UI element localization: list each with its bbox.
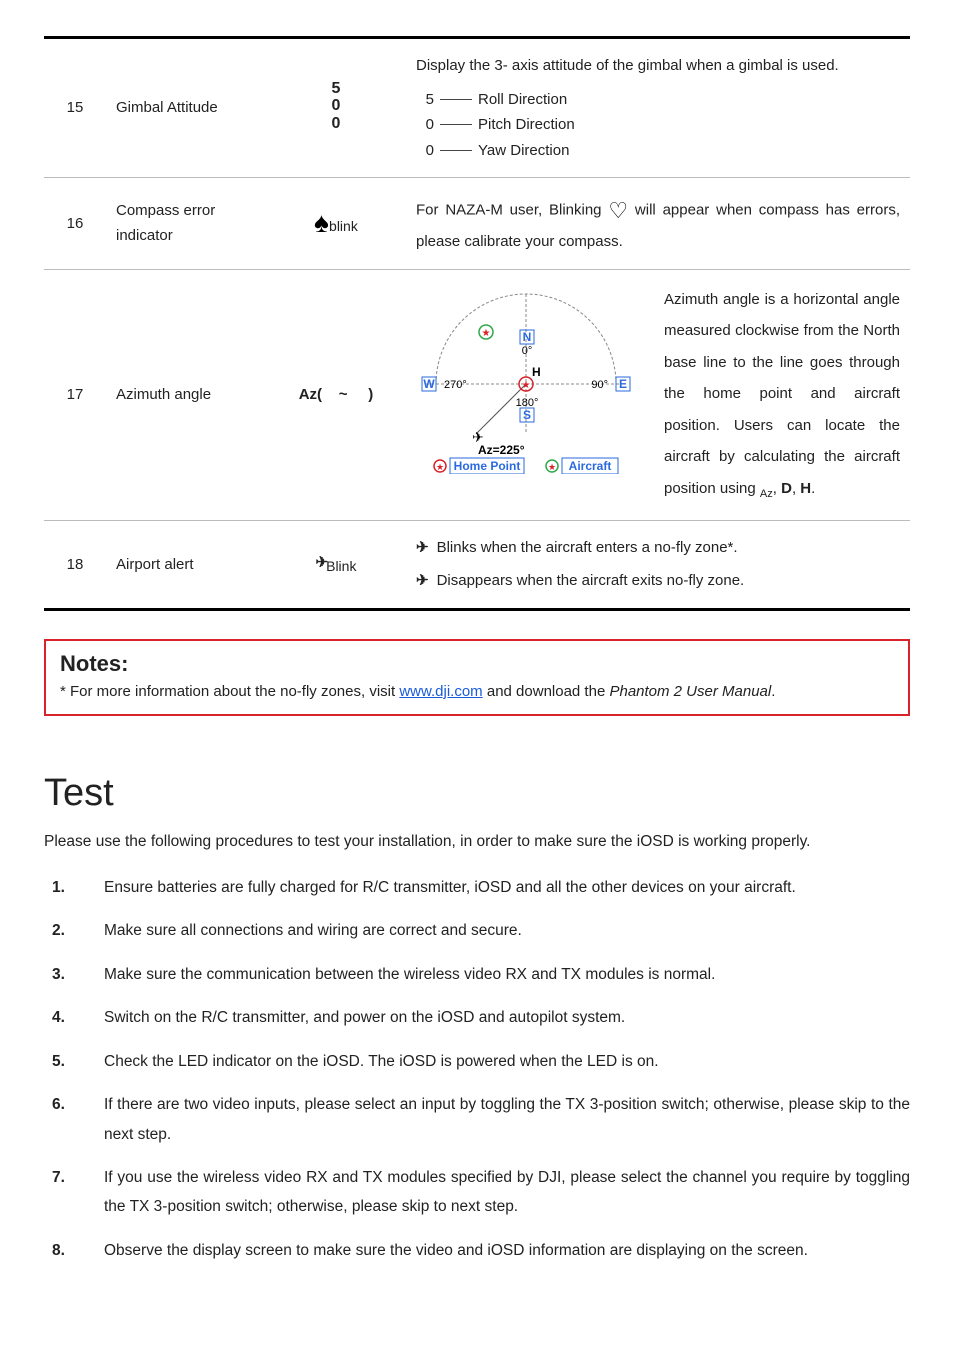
svg-text:★: ★	[436, 462, 444, 472]
table-row: 15 Gimbal Attitude 5 0 0 Display the 3- …	[44, 38, 910, 178]
axis-lead: 0	[416, 138, 434, 164]
desc-text: will appear when compass has errors,	[635, 202, 900, 219]
notes-ital: Phantom 2 User Manual	[609, 683, 771, 700]
axis-value: 0	[332, 97, 341, 114]
table-row: 17 Azimuth angle Az( ~ )	[44, 269, 910, 520]
axis-value: 0	[332, 115, 341, 132]
axis-label: Yaw Direction	[478, 138, 569, 164]
line-icon	[440, 99, 472, 100]
list-item: 1.Ensure batteries are fully charged for…	[44, 873, 910, 902]
test-steps-list: 1.Ensure batteries are fully charged for…	[44, 873, 910, 1265]
desc-text: Disappears when the aircraft exits no-fl…	[437, 568, 745, 594]
list-item: 2.Make sure all connections and wiring a…	[44, 916, 910, 945]
document-page: 15 Gimbal Attitude 5 0 0 Display the 3- …	[0, 0, 954, 1319]
axis-label: Roll Direction	[478, 87, 567, 113]
svg-text:N: N	[523, 330, 532, 344]
svg-text:★: ★	[482, 328, 491, 339]
svg-text:Az=225°: Az=225°	[478, 443, 525, 457]
svg-text:H: H	[532, 365, 541, 379]
row-name: Airport alert	[106, 520, 266, 609]
svg-text:0°: 0°	[522, 345, 533, 357]
row-icon: ♠blink	[266, 178, 406, 270]
notes-box: Notes: * For more information about the …	[44, 639, 910, 716]
azimuth-description: Azimuth angle is a horizontal angle meas…	[664, 284, 900, 506]
blink-label: blink	[329, 218, 358, 234]
svg-text:270°: 270°	[444, 379, 467, 391]
desc-text: Azimuth angle is a horizontal angle meas…	[664, 291, 900, 497]
svg-text:90°: 90°	[591, 379, 608, 391]
list-item: 8.Observe the display screen to make sur…	[44, 1236, 910, 1265]
notes-post: .	[771, 683, 775, 700]
spec-table: 15 Gimbal Attitude 5 0 0 Display the 3- …	[44, 36, 910, 611]
spade-icon: ♠	[314, 209, 329, 237]
list-item: 6.If there are two video inputs, please …	[44, 1090, 910, 1149]
test-intro: Please use the following procedures to t…	[44, 833, 910, 851]
notes-text: * For more information about the no-fly …	[60, 683, 894, 700]
row-icon: 5 0 0	[266, 38, 406, 178]
svg-text:180°: 180°	[516, 397, 539, 409]
svg-text:★: ★	[548, 462, 556, 472]
desc-text: please calibrate your compass.	[416, 233, 623, 250]
airplane-icon: ✈	[416, 568, 427, 594]
svg-text:E: E	[619, 377, 627, 391]
svg-text:Home Point: Home Point	[454, 459, 521, 473]
azimuth-diagram: ★ ★ ✈ N 0° S	[416, 284, 636, 483]
line-icon	[440, 150, 472, 151]
airplane-icon: ✈	[316, 550, 327, 576]
row-number: 18	[44, 520, 106, 609]
azimuth-formula: Az, D, H.	[760, 480, 815, 497]
svg-text:Aircraft: Aircraft	[569, 459, 612, 473]
list-item: 7.If you use the wireless video RX and T…	[44, 1163, 910, 1222]
row-number: 15	[44, 38, 106, 178]
list-item: 3.Make sure the communication between th…	[44, 960, 910, 989]
axis-value: 5	[332, 80, 341, 97]
row-description: ★ ★ ✈ N 0° S	[406, 269, 910, 520]
desc-text: For NAZA-M user, Blinking	[416, 202, 602, 219]
blink-label: Blink	[326, 558, 356, 574]
notes-title: Notes:	[60, 651, 894, 677]
svg-text:★: ★	[522, 380, 531, 391]
row-icon: Az( ~ )	[266, 269, 406, 520]
row-number: 17	[44, 269, 106, 520]
desc-text: Blinks when the aircraft enters a no-fly…	[437, 535, 738, 561]
list-item: 5.Check the LED indicator on the iOSD. T…	[44, 1047, 910, 1076]
row-description: For NAZA-M user, Blinking ♡ will appear …	[406, 178, 910, 270]
row-icon: ✈Blink	[266, 520, 406, 609]
row-name: Azimuth angle	[106, 269, 266, 520]
notes-mid: and download the	[483, 683, 610, 700]
axis-lead: 5	[416, 87, 434, 113]
heart-outline-icon: ♡	[608, 192, 628, 229]
section-heading-test: Test	[44, 772, 910, 815]
table-row: 16 Compass error indicator ♠blink For NA…	[44, 178, 910, 270]
notes-pre: * For more information about the no-fly …	[60, 683, 399, 700]
table-row: 18 Airport alert ✈Blink ✈ Blinks when th…	[44, 520, 910, 609]
row-number: 16	[44, 178, 106, 270]
dji-link[interactable]: www.dji.com	[399, 683, 482, 700]
row-name: Gimbal Attitude	[106, 38, 266, 178]
row-description: ✈ Blinks when the aircraft enters a no-f…	[406, 520, 910, 609]
svg-text:S: S	[523, 408, 531, 422]
line-icon	[440, 124, 472, 125]
row-description: Display the 3- axis attitude of the gimb…	[406, 38, 910, 178]
row-name: Compass error indicator	[106, 178, 266, 270]
desc-title: Display the 3- axis attitude of the gimb…	[416, 53, 900, 79]
svg-text:W: W	[423, 377, 435, 391]
airplane-icon: ✈	[416, 535, 427, 561]
axis-lead: 0	[416, 112, 434, 138]
list-item: 4.Switch on the R/C transmitter, and pow…	[44, 1003, 910, 1032]
axis-label: Pitch Direction	[478, 112, 575, 138]
